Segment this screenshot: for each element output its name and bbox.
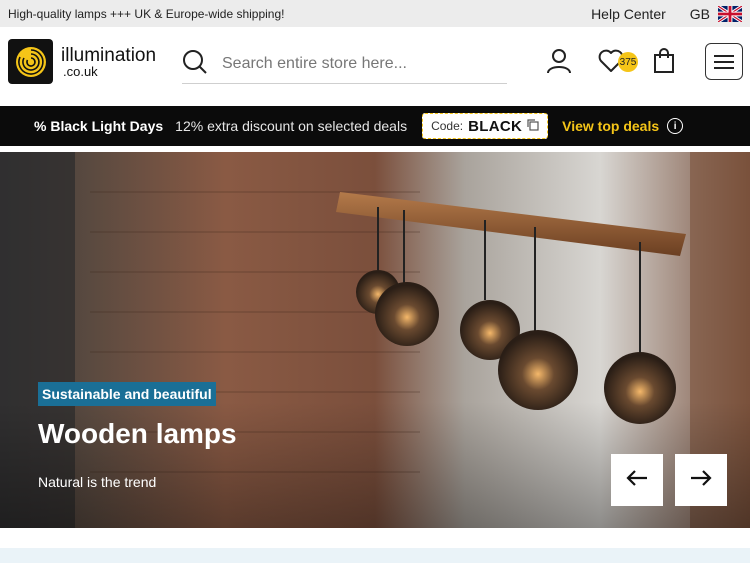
search-bar bbox=[182, 45, 507, 84]
wishlist-count-badge: 375 bbox=[618, 52, 638, 72]
country-code: GB bbox=[689, 5, 710, 22]
search-icon[interactable] bbox=[182, 49, 208, 80]
hero-tag: Sustainable and beautiful bbox=[38, 382, 216, 406]
info-icon[interactable]: i bbox=[667, 118, 684, 134]
search-input[interactable] bbox=[222, 55, 502, 73]
logo-domain: .co.uk bbox=[63, 63, 98, 79]
next-section-strip bbox=[0, 548, 750, 563]
promo-description: 12% extra discount on selected deals bbox=[175, 118, 408, 134]
help-center-link[interactable]: Help Center bbox=[591, 6, 666, 22]
carousel-prev-button[interactable] bbox=[611, 454, 663, 506]
top-info-bar: High-quality lamps +++ UK & Europe-wide … bbox=[0, 0, 750, 27]
shipping-notice: High-quality lamps +++ UK & Europe-wide … bbox=[8, 6, 285, 21]
arrow-left-icon bbox=[626, 469, 648, 492]
hero-headline: Wooden lamps bbox=[38, 418, 237, 449]
site-logo[interactable]: illumination .co.uk bbox=[8, 39, 156, 84]
deals-label: View top deals bbox=[562, 118, 660, 134]
bag-icon[interactable] bbox=[650, 47, 678, 75]
carousel-next-button[interactable] bbox=[675, 454, 727, 506]
uk-flag-icon bbox=[717, 4, 743, 23]
hero-subline: Natural is the trend bbox=[38, 474, 157, 490]
view-top-deals-link[interactable]: View top deals i bbox=[562, 118, 684, 134]
account-icon[interactable] bbox=[545, 47, 573, 75]
menu-icon[interactable] bbox=[705, 43, 743, 80]
hero-banner: Sustainable and beautiful Wooden lamps N… bbox=[0, 152, 750, 528]
logo-name: illumination bbox=[61, 44, 157, 66]
logo-mark-icon bbox=[8, 39, 53, 84]
country-selector[interactable]: GB bbox=[689, 4, 743, 23]
promo-title: % Black Light Days bbox=[34, 118, 164, 134]
site-header: illumination .co.uk bbox=[0, 27, 750, 106]
copy-icon[interactable] bbox=[527, 118, 539, 134]
arrow-right-icon bbox=[690, 469, 712, 492]
promo-bar: % Black Light Days 12% extra discount on… bbox=[0, 106, 750, 146]
promo-code-value: BLACK bbox=[468, 117, 523, 135]
promo-code-label: Code: bbox=[431, 119, 464, 133]
promo-code-box[interactable]: Code: BLACK bbox=[422, 113, 549, 139]
